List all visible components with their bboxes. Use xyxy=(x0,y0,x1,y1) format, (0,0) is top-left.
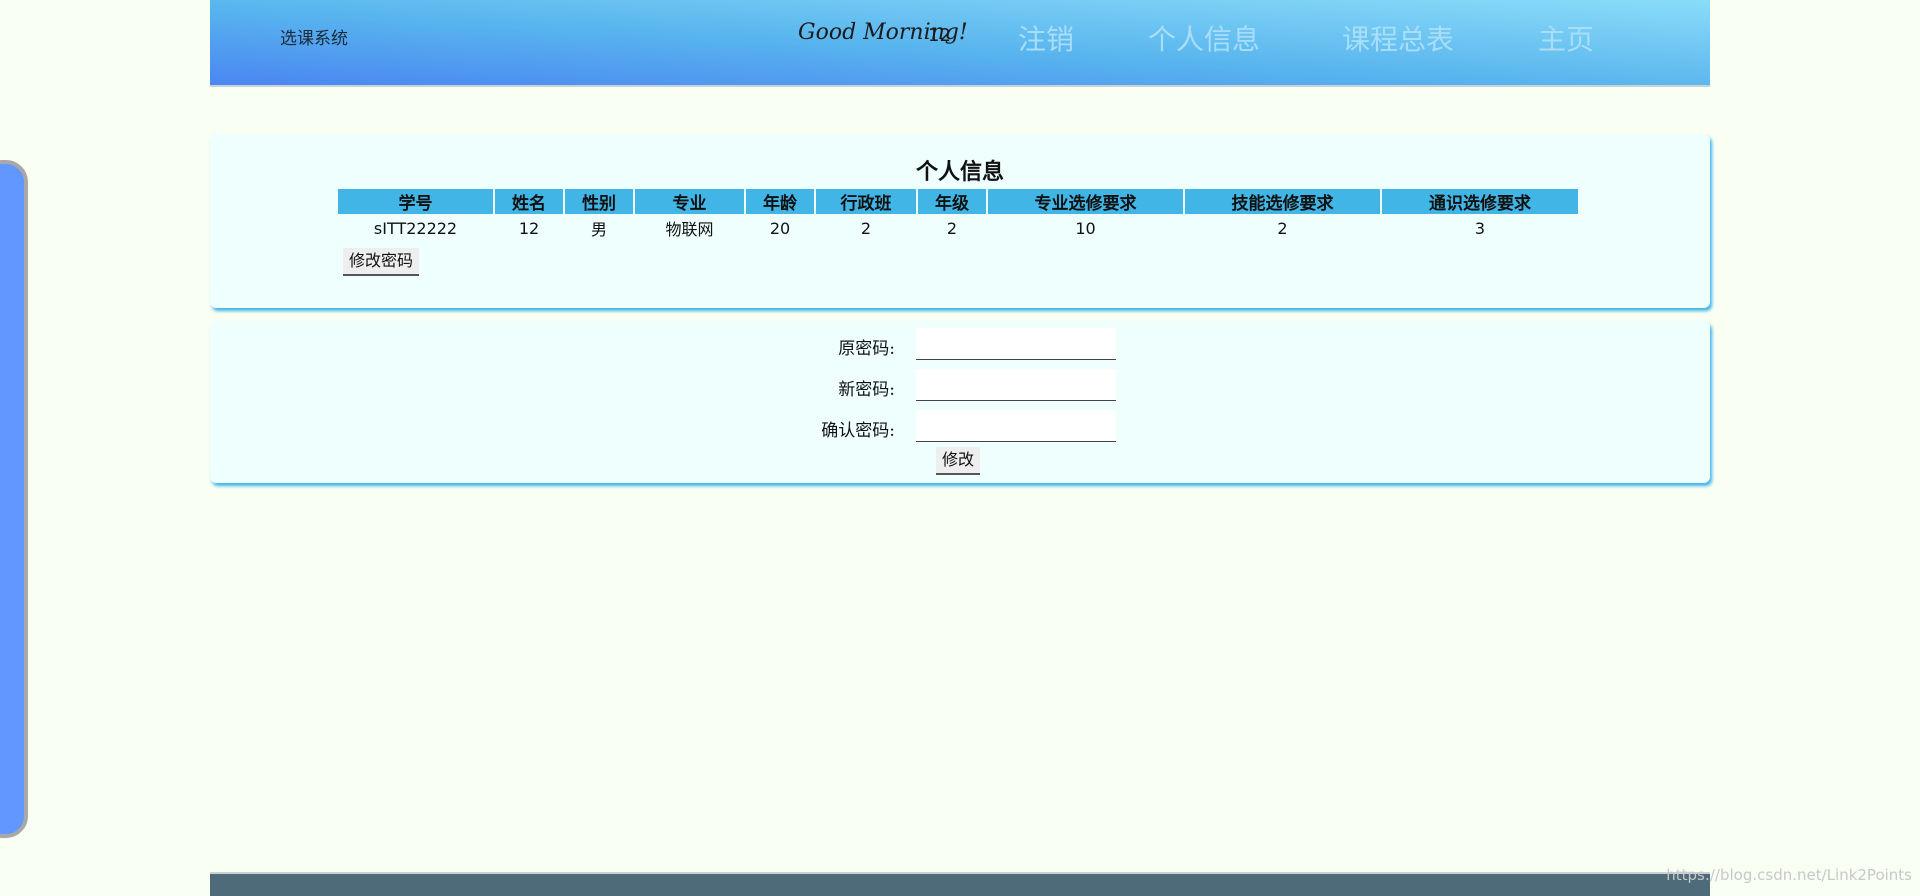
new-password-label: 新密码: xyxy=(838,380,895,400)
column-header: 专业 xyxy=(635,189,744,214)
confirm-password-label: 确认密码: xyxy=(821,421,895,441)
submit-password-button[interactable]: 修改 xyxy=(936,447,981,475)
column-header: 性别 xyxy=(565,189,633,214)
change-password-button[interactable]: 修改密码 xyxy=(343,248,420,276)
cell-general-elective: 3 xyxy=(1474,218,1486,238)
old-password-input[interactable] xyxy=(916,328,1116,360)
old-password-label: 原密码: xyxy=(838,339,895,359)
app-brand: 选课系统 xyxy=(280,29,348,49)
confirm-password-input[interactable] xyxy=(916,410,1116,442)
top-header: 选课系统 Good Morning! 12 注销 个人信息 课程总表 主页 xyxy=(210,0,1710,87)
watermark-text: https://blog.csdn.net/Link2Points xyxy=(1666,866,1912,884)
personal-info-panel: 个人信息 学号 姓名 性别 专业 年龄 行政班 年级 专业选修要求 技能选修要求… xyxy=(210,134,1710,308)
column-header: 年龄 xyxy=(746,189,814,214)
cell-major-elective: 10 xyxy=(1075,218,1096,238)
column-header: 通识选修要求 xyxy=(1382,189,1578,214)
greeting-username: 12 xyxy=(928,25,951,46)
nav-course-table[interactable]: 课程总表 xyxy=(1342,18,1454,58)
cell-major: 物联网 xyxy=(665,220,714,239)
column-header: 学号 xyxy=(338,189,493,214)
new-password-input[interactable] xyxy=(916,369,1116,401)
confirm-password-row: 确认密码: xyxy=(210,410,1710,446)
table-header-row: 学号 姓名 性别 专业 年龄 行政班 年级 专业选修要求 技能选修要求 通识选修… xyxy=(338,189,1578,214)
page-footer xyxy=(210,872,1710,896)
table-row: sITT22222 12 男 物联网 20 2 2 10 2 3 xyxy=(338,214,1578,242)
nav-logout[interactable]: 注销 xyxy=(1018,18,1074,58)
cell-skill-elective: 2 xyxy=(1277,218,1288,238)
column-header: 行政班 xyxy=(816,189,916,214)
password-form-panel: 原密码: 新密码: 确认密码: 修改 xyxy=(210,321,1710,483)
cell-name: 12 xyxy=(518,218,540,238)
cell-grade: 2 xyxy=(946,218,958,238)
old-password-row: 原密码: xyxy=(210,328,1710,364)
side-drawer-tab[interactable] xyxy=(0,160,28,838)
nav-personal-info[interactable]: 个人信息 xyxy=(1148,18,1260,58)
column-header: 年级 xyxy=(918,189,986,214)
cell-gender: 男 xyxy=(590,220,607,239)
new-password-row: 新密码: xyxy=(210,369,1710,405)
cell-student-id: sITT22222 xyxy=(373,218,458,238)
panel-title: 个人信息 xyxy=(915,159,1004,185)
column-header: 专业选修要求 xyxy=(988,189,1183,214)
personal-info-table: 学号 姓名 性别 专业 年龄 行政班 年级 专业选修要求 技能选修要求 通识选修… xyxy=(336,189,1580,242)
cell-class: 2 xyxy=(860,218,872,238)
nav-home[interactable]: 主页 xyxy=(1538,18,1594,58)
column-header: 技能选修要求 xyxy=(1185,189,1380,214)
column-header: 姓名 xyxy=(495,189,563,214)
cell-age: 20 xyxy=(769,218,791,238)
